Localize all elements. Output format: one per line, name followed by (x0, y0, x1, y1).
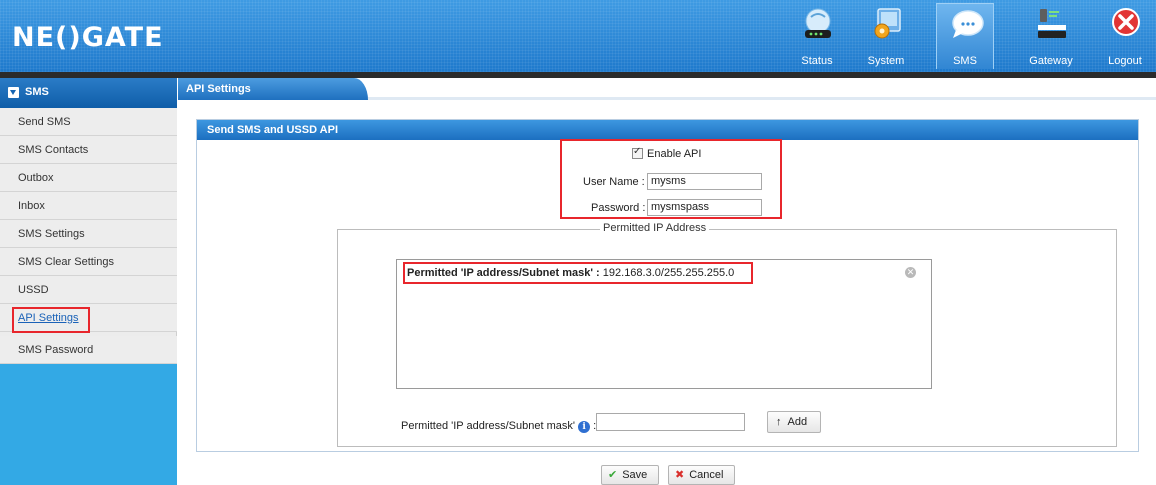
add-button-label: Add (787, 416, 808, 428)
nav-gateway[interactable]: Gateway (1022, 3, 1080, 69)
system-icon (874, 8, 901, 39)
sidebar-item-outbox[interactable]: Outbox (0, 164, 177, 192)
sidebar-item-sms-clear-settings[interactable]: SMS Clear Settings (0, 248, 177, 276)
nav-gateway-label: Gateway (1029, 55, 1073, 67)
collapse-icon (8, 87, 19, 98)
cancel-button-label: Cancel (689, 469, 724, 481)
panel-title: Send SMS and USSD API (197, 120, 1138, 140)
password-label: Password : (591, 202, 646, 214)
checkmark-icon: ✔ (608, 469, 618, 481)
permitted-ip-input[interactable] (596, 413, 745, 431)
tab-api-settings[interactable]: API Settings (178, 78, 388, 100)
nav-sms[interactable]: SMS (936, 3, 994, 69)
sidebar-item-send-sms[interactable]: Send SMS (0, 108, 177, 136)
add-field-row: Permitted 'IP address/Subnet mask' i : (401, 420, 597, 433)
sidebar-header[interactable]: SMS (0, 78, 177, 108)
permitted-ip-entry-label: Permitted 'IP address/Subnet mask' : (407, 267, 600, 279)
enable-api-row: Enable API (632, 146, 702, 160)
cancel-x-icon: ✖ (675, 469, 685, 481)
nav-status[interactable]: Status (788, 3, 846, 69)
cancel-button[interactable]: ✖ Cancel (668, 465, 735, 485)
top-header: NE()GATE Status System SMS Gateway Logou… (0, 0, 1156, 72)
sidebar-title: SMS (25, 86, 49, 98)
save-button-label: Save (622, 469, 648, 481)
nav-sms-label: SMS (953, 55, 977, 67)
arrow-up-icon: ↑ (776, 416, 782, 428)
remove-entry-icon[interactable]: ✕ (905, 267, 916, 278)
brand-logo: NE()GATE (12, 22, 164, 53)
nav-system[interactable]: System (857, 3, 915, 69)
username-input[interactable]: mysms (647, 173, 762, 190)
enable-api-checkbox[interactable] (632, 146, 643, 159)
tab-api-settings-label: API Settings (186, 83, 251, 95)
password-input[interactable]: mysmspass (647, 199, 762, 216)
nav-logout[interactable]: Logout (1096, 3, 1154, 69)
add-button[interactable]: ↑ Add (767, 411, 821, 433)
sms-icon (952, 10, 984, 38)
sidebar-filler (0, 364, 177, 485)
sidebar-item-ussd[interactable]: USSD (0, 276, 177, 304)
sidebar-item-inbox[interactable]: Inbox (0, 192, 177, 220)
permitted-ip-entry-value: 192.168.3.0/255.255.255.0 (602, 267, 735, 279)
info-icon[interactable]: i (578, 421, 591, 433)
tab-bar: API Settings (178, 78, 1156, 100)
sidebar-item-api-settings[interactable]: API Settings (0, 304, 177, 332)
nav-logout-label: Logout (1108, 55, 1142, 67)
permitted-ip-legend: Permitted IP Address (600, 222, 710, 234)
enable-api-label: Enable API (647, 148, 702, 160)
gateway-icon (1038, 9, 1066, 38)
sidebar-item-sms-settings[interactable]: SMS Settings (0, 220, 177, 248)
username-label: User Name : (583, 176, 645, 188)
permitted-ip-entry[interactable]: Permitted 'IP address/Subnet mask' : 192… (407, 267, 734, 279)
nav-system-label: System (867, 55, 905, 67)
status-icon (805, 8, 831, 38)
logout-icon (1112, 8, 1140, 36)
sidebar: SMS Send SMS SMS Contacts Outbox Inbox S… (0, 78, 177, 485)
save-button[interactable]: ✔ Save (601, 465, 659, 485)
sidebar-item-sms-password[interactable]: SMS Password (0, 336, 177, 364)
add-field-label: Permitted 'IP address/Subnet mask' (401, 420, 575, 432)
nav-status-label: Status (801, 55, 833, 67)
sidebar-item-sms-contacts[interactable]: SMS Contacts (0, 136, 177, 164)
